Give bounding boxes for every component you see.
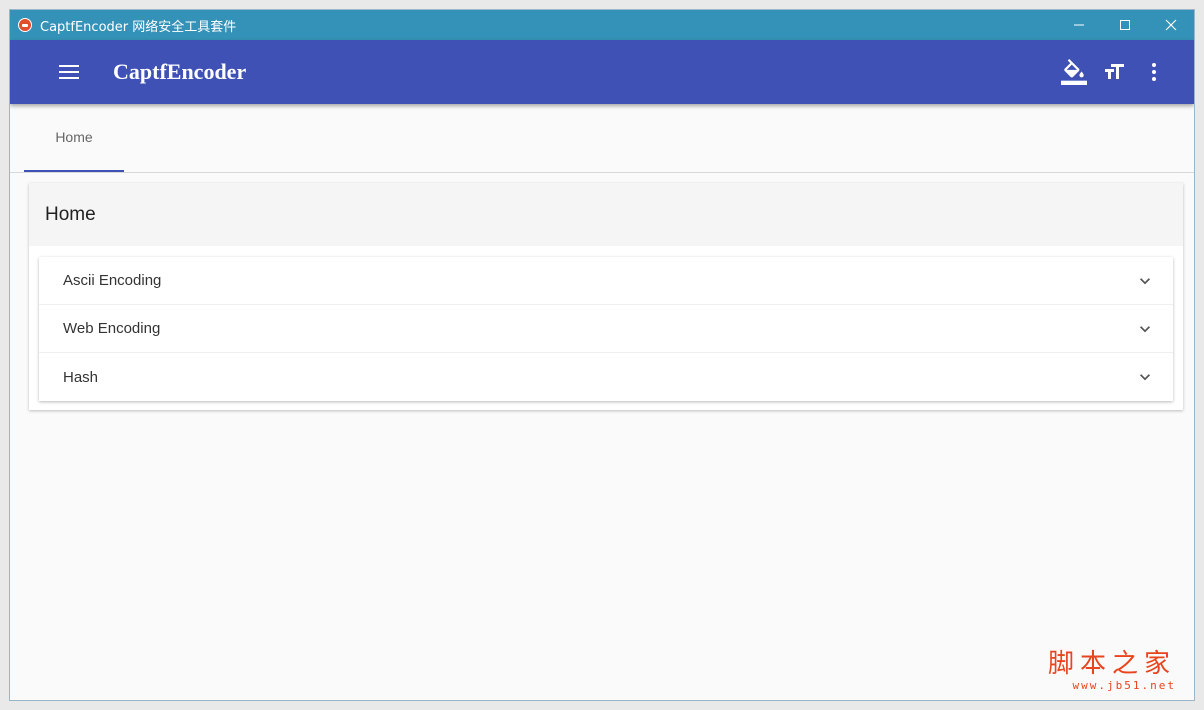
minimize-button[interactable]: [1056, 10, 1102, 40]
accordion-item-label: Web Encoding: [63, 320, 161, 337]
maximize-button[interactable]: [1102, 10, 1148, 40]
chevron-down-icon: [1140, 278, 1150, 285]
font-size-button[interactable]: [1094, 48, 1134, 96]
accordion-item-label: Hash: [63, 368, 99, 386]
home-card: Home Ascii Encoding Web Encoding Hash: [29, 183, 1183, 410]
theme-color-button[interactable]: [1054, 48, 1094, 96]
tab-home[interactable]: Home: [24, 104, 124, 172]
window-controls: [1056, 10, 1194, 40]
menu-icon: [59, 65, 79, 79]
app-title: CaptfEncoder: [113, 59, 247, 84]
accordion-item-hash[interactable]: Hash: [39, 353, 1173, 401]
menu-button[interactable]: [45, 48, 93, 96]
more-vert-icon: [1152, 63, 1156, 81]
app-logo-icon: [18, 18, 32, 32]
chevron-down-icon: [1140, 326, 1150, 333]
tab-bar: Home: [10, 104, 1194, 173]
app-bar: CaptfEncoder: [10, 40, 1194, 104]
accordion: Ascii Encoding Web Encoding Hash: [39, 257, 1173, 401]
appbar-actions: [1054, 48, 1174, 96]
accordion-item-web-encoding[interactable]: Web Encoding: [39, 305, 1173, 353]
app-window: CaptfEncoder 网络安全工具套件 CaptfEncoder Home …: [10, 10, 1194, 700]
watermark-url: www.jb51.net: [1072, 679, 1176, 692]
close-icon: [1165, 19, 1177, 31]
maximize-icon: [1120, 20, 1130, 30]
more-options-button[interactable]: [1134, 48, 1174, 96]
minimize-icon: [1074, 24, 1084, 26]
format-size-icon: [1105, 64, 1124, 79]
watermark-text: 脚本之家: [1047, 649, 1176, 679]
watermark: 脚本之家 www.jb51.net: [1048, 649, 1176, 692]
window-title: CaptfEncoder 网络安全工具套件: [40, 19, 237, 35]
close-button[interactable]: [1148, 10, 1194, 40]
card-title: Home: [29, 183, 1183, 246]
format-color-fill-icon: [1061, 59, 1087, 85]
accordion-item-label: Ascii Encoding: [63, 272, 162, 289]
window-titlebar[interactable]: CaptfEncoder 网络安全工具套件: [10, 10, 1194, 40]
chevron-down-icon: [1140, 374, 1150, 381]
accordion-item-ascii-encoding[interactable]: Ascii Encoding: [39, 257, 1173, 305]
